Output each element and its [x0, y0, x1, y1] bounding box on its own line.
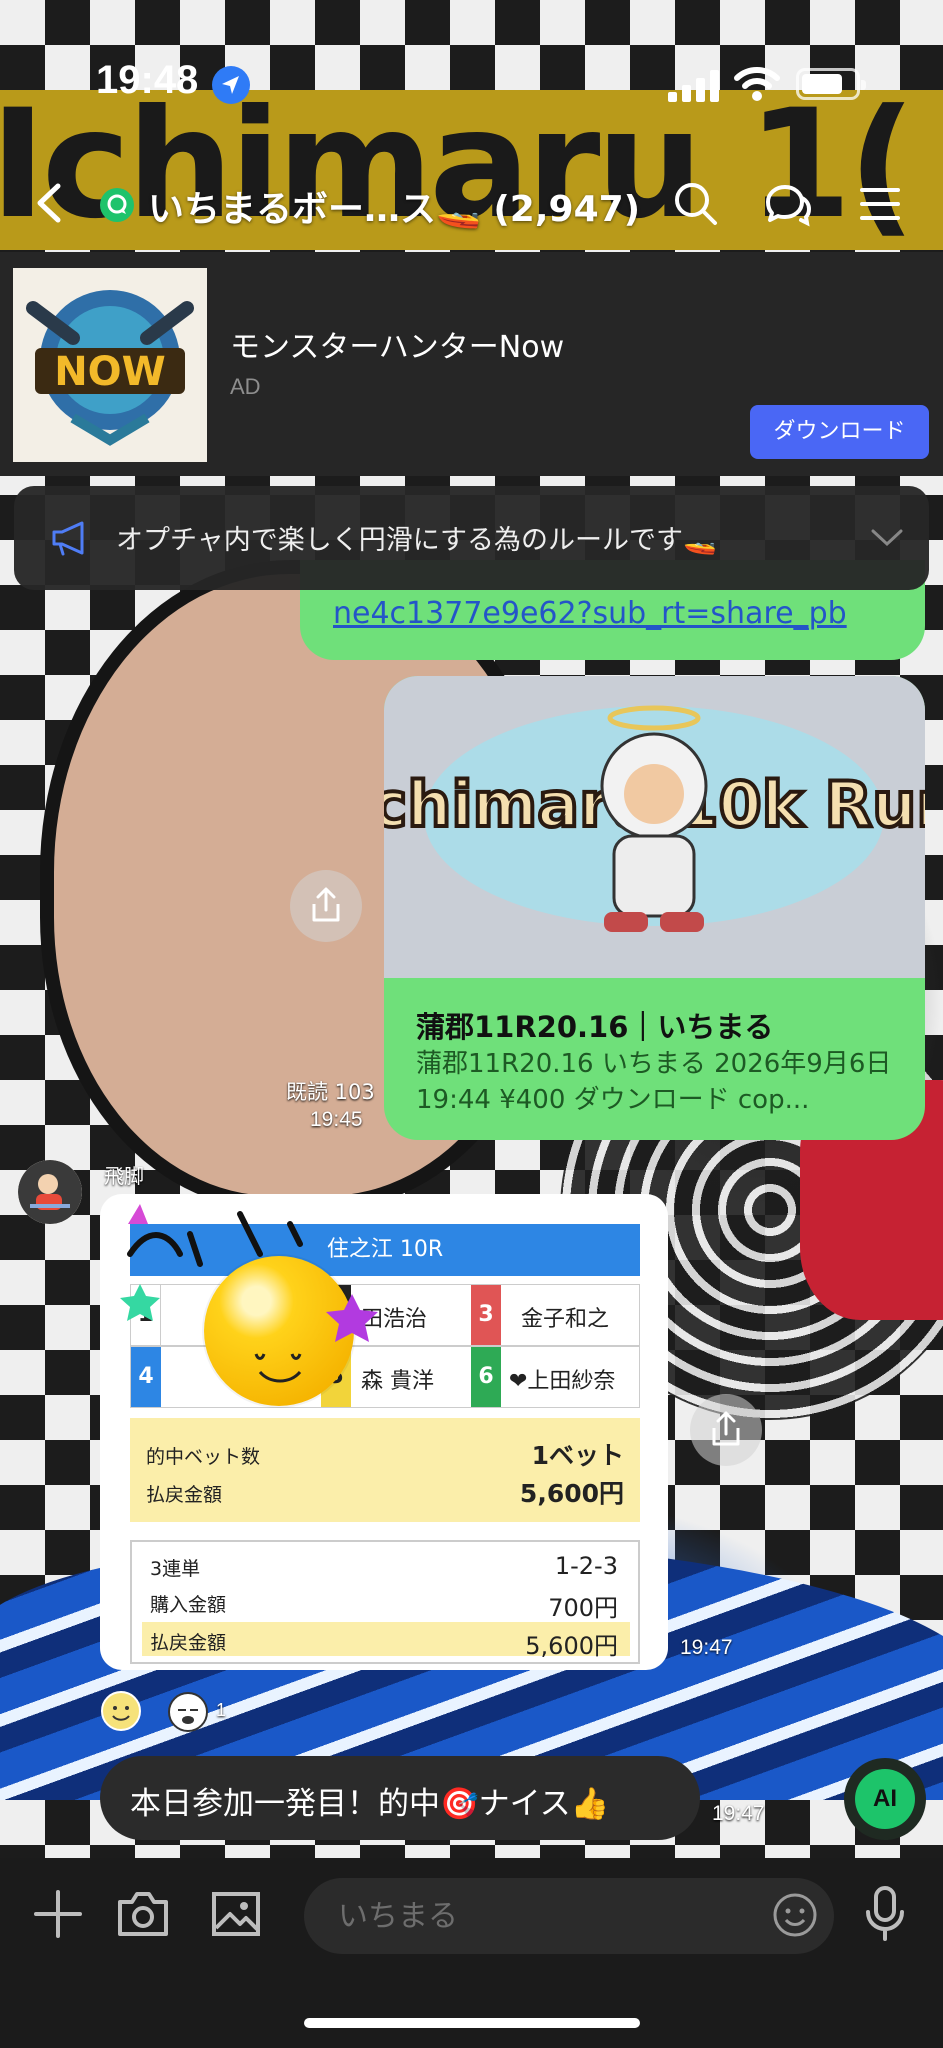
share-icon	[312, 887, 340, 922]
announcement-text: オプチャ内で楽しく円滑にする為のルールです🚤	[116, 525, 717, 556]
ad-title[interactable]: モンスターハンターNow	[230, 322, 564, 366]
wifi-icon	[734, 67, 780, 101]
microphone-icon[interactable]	[862, 1886, 908, 1942]
openchat-icon	[100, 188, 134, 222]
reaction-count: 1	[216, 1700, 227, 1720]
read-count: 既読 103	[286, 1080, 375, 1104]
ai-assistant-button[interactable]: AI	[844, 1758, 926, 1840]
share-button[interactable]	[690, 1394, 762, 1466]
shared-link[interactable]: ne4c1377e9e62?sub_rt=share_pb	[333, 596, 847, 631]
ad-tag: AD	[230, 374, 261, 399]
back-icon[interactable]	[26, 178, 76, 228]
card-message-time: 19:45	[310, 1108, 363, 1131]
message-input[interactable]	[304, 1878, 834, 1954]
text-message-content: 本日参加一発目！的中🎯ナイス👍	[130, 1786, 610, 1822]
card-description: 蒲郡11R20.16 いちまる 2026年9月6日 19:44 ¥400 ダウン…	[416, 1049, 892, 1115]
cellular-signal-icon	[668, 70, 719, 102]
shared-card-bubble[interactable]: Ichimaru 10k Run 蒲郡11R20.16｜いちまる 蒲郡11R20…	[384, 676, 925, 1140]
chevron-down-icon[interactable]	[870, 528, 904, 548]
sender-avatar[interactable]	[18, 1160, 82, 1224]
character-reaction-icon[interactable]	[166, 1690, 210, 1734]
sender-name: 飛脚	[104, 1164, 144, 1188]
smile-reaction-icon[interactable]	[100, 1690, 142, 1732]
location-arrow-icon	[212, 66, 250, 104]
share-button[interactable]	[290, 870, 362, 942]
card-title: 蒲郡11R20.16｜いちまる	[416, 1010, 774, 1044]
text-message-time: 19:47	[712, 1802, 765, 1825]
card-thumbnail[interactable]: Ichimaru 10k Run	[384, 676, 925, 978]
ad-image[interactable]: NOW	[13, 268, 207, 462]
menu-icon[interactable]	[854, 178, 906, 230]
photo-message[interactable]: 住之江 10R 1 2 田浩治 3 金子和之 4 5 森 貴洋 6 ❤上田紗奈 …	[100, 1194, 668, 1670]
doodle-overlay	[120, 1204, 378, 1342]
megaphone-icon	[52, 521, 84, 556]
home-indicator	[304, 2018, 640, 2028]
announcement-bar[interactable]: オプチャ内で楽しく円滑にする為のルールです🚤	[14, 486, 929, 590]
share-icon	[712, 1411, 740, 1446]
search-icon[interactable]	[670, 178, 722, 230]
thread-icon[interactable]	[762, 178, 814, 230]
battery-icon	[796, 68, 866, 100]
chat-title[interactable]: いちまるボー…ス🚤 (2,947)	[148, 180, 640, 232]
hit-summary: 的中ベット数 1ベット 払戻金額 5,600円	[130, 1418, 640, 1522]
ai-button-label: AI	[855, 1769, 915, 1829]
status-time: 19:48	[96, 58, 199, 102]
status-bar: 19:48	[0, 0, 943, 104]
ad-image-logo-text: NOW	[54, 349, 166, 395]
photo-message-time: 19:47	[680, 1636, 733, 1659]
image-icon[interactable]	[210, 1888, 262, 1940]
ad-banner[interactable]: NOW モンスターハンターNow AD ダウンロード	[0, 252, 943, 476]
ad-download-button[interactable]: ダウンロード	[750, 405, 929, 459]
bet-detail: 3連単 1-2-3 購入金額 700円 払戻金額 5,600円	[130, 1540, 640, 1664]
camera-icon[interactable]	[116, 1888, 170, 1940]
emoji-icon[interactable]	[772, 1892, 818, 1938]
text-message-bubble[interactable]: 本日参加一発目！的中🎯ナイス👍	[100, 1756, 700, 1840]
plus-icon[interactable]	[32, 1888, 84, 1940]
